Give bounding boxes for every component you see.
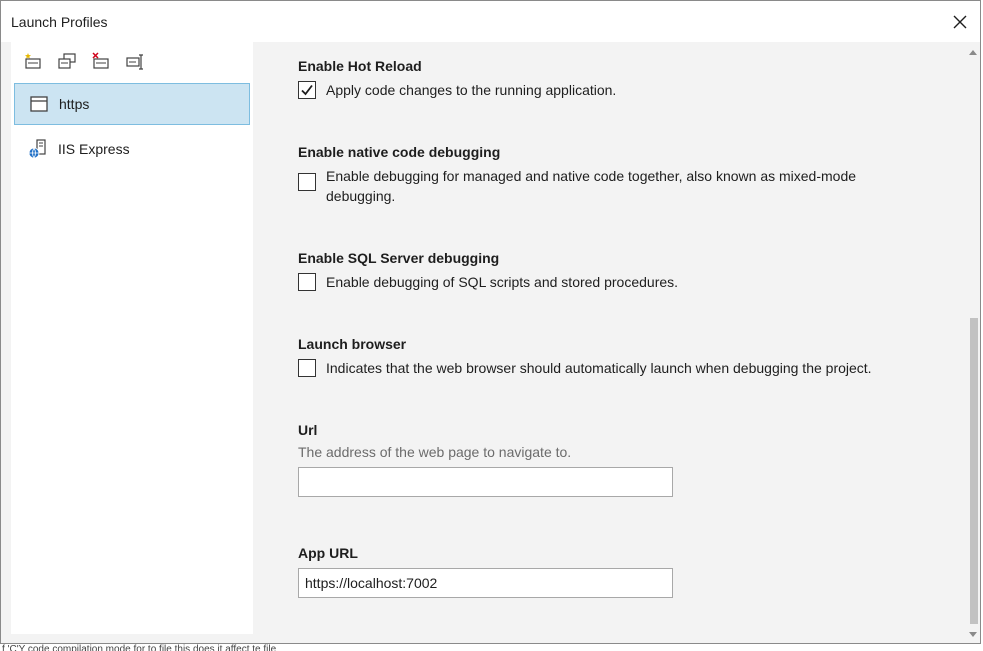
checkbox-label: Apply code changes to the running applic… [326, 82, 617, 98]
sql-debugging-checkbox[interactable] [298, 273, 316, 291]
profiles-pane: https IIS Express [11, 42, 253, 634]
url-input[interactable] [298, 467, 673, 497]
title-bar: Launch Profiles [1, 1, 980, 42]
section-title: Launch browser [298, 336, 407, 352]
checkbox-label: Indicates that the web browser should au… [326, 360, 872, 376]
app-url-input[interactable]: https://localhost:7002 [298, 568, 673, 598]
url-hint: The address of the web page to navigate … [298, 444, 572, 460]
window-title: Launch Profiles [11, 14, 108, 30]
settings-pane: Enable Hot Reload Apply code changes to … [263, 42, 963, 642]
launch-profiles-dialog: Launch Profiles https IIS Express Enable… [0, 0, 981, 644]
profiles-toolbar [21, 50, 147, 74]
vertical-scrollbar[interactable] [966, 42, 980, 642]
launch-browser-section: Launch browser Indicates that the web br… [298, 336, 946, 378]
copy-profile-icon [58, 53, 76, 69]
window-icon [29, 94, 49, 114]
new-profile-icon [25, 53, 41, 69]
native-debugging-checkbox[interactable] [298, 173, 316, 191]
scrollbar-thumb[interactable] [970, 318, 978, 624]
checkbox-label: Enable debugging for managed and native … [326, 168, 857, 204]
hot-reload-section: Enable Hot Reload Apply code changes to … [298, 58, 926, 100]
launch-browser-checkbox[interactable] [298, 359, 316, 377]
section-title: App URL [298, 545, 358, 561]
new-profile-button[interactable] [21, 50, 45, 72]
sql-debugging-section: Enable SQL Server debugging Enable debug… [298, 250, 926, 292]
scroll-down-icon[interactable] [968, 629, 978, 639]
background-window-text: f 'C'Y code compilation mode for to file… [2, 644, 277, 651]
delete-profile-icon [92, 52, 109, 69]
profile-label: https [59, 96, 90, 112]
profile-label: IIS Express [58, 141, 130, 157]
scroll-up-icon[interactable] [968, 48, 978, 58]
section-title: Enable SQL Server debugging [298, 250, 500, 266]
rename-profile-icon [126, 54, 143, 70]
rename-profile-button[interactable] [123, 50, 147, 72]
section-title: Url [298, 422, 318, 438]
copy-profile-button[interactable] [55, 50, 79, 72]
delete-profile-button[interactable] [89, 50, 113, 72]
hot-reload-checkbox[interactable] [298, 81, 316, 99]
native-debugging-section: Enable native code debugging Enable debu… [298, 144, 916, 206]
app-url-section: App URL https://localhost:7002 [298, 545, 673, 598]
profile-item-iis-express[interactable]: IIS Express [14, 128, 250, 170]
url-section: Url The address of the web page to navig… [298, 422, 673, 497]
section-title: Enable native code debugging [298, 144, 501, 160]
checkbox-label: Enable debugging of SQL scripts and stor… [326, 274, 679, 290]
close-button[interactable] [946, 9, 974, 35]
close-icon [953, 15, 967, 29]
profile-item-https[interactable]: https [14, 83, 250, 125]
iis-server-icon [28, 139, 48, 159]
section-title: Enable Hot Reload [298, 58, 422, 74]
checkmark-icon [301, 84, 313, 96]
